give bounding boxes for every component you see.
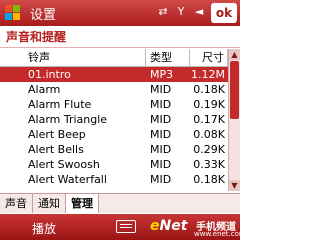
- connectivity-icon[interactable]: ⇄: [156, 4, 170, 20]
- table-row[interactable]: Alert Waterfall MID 0.18K: [0, 172, 228, 187]
- ringtone-name: Alert Waterfall: [28, 173, 107, 186]
- ringtone-type: MID: [150, 143, 172, 156]
- ringtone-size: 0.18K: [193, 83, 225, 96]
- scroll-down-arrow-icon[interactable]: ▼: [229, 180, 240, 191]
- table-body: 01.intro MP3 1.12M Alarm MID 0.18K Alarm Flute…: [0, 67, 228, 187]
- table-row[interactable]: 01.intro MP3 1.12M: [0, 67, 228, 82]
- ringtone-size: 0.17K: [193, 113, 225, 126]
- watermark-url: www.enet.com.cn: [194, 230, 257, 238]
- ringtone-name: Alarm Triangle: [28, 113, 108, 126]
- table-row[interactable]: Alert Bells MID 0.29K: [0, 142, 228, 157]
- scroll-thumb[interactable]: [230, 61, 239, 119]
- window-title: 设置: [30, 7, 57, 23]
- ringtone-size: 1.12M: [191, 68, 225, 81]
- table-row[interactable]: Alarm MID 0.18K: [0, 82, 228, 97]
- table-row[interactable]: Alert Beep MID 0.08K: [0, 127, 228, 142]
- ringtone-size: 0.08K: [193, 128, 225, 141]
- table-row[interactable]: Alarm Flute MID 0.19K: [0, 97, 228, 112]
- vertical-scrollbar[interactable]: ▲ ▼: [228, 49, 240, 191]
- ringtone-size: 0.19K: [193, 98, 225, 111]
- ringtone-type: MID: [150, 83, 172, 96]
- enet-logo: eNet: [150, 218, 188, 234]
- ringtone-name: Alarm: [28, 83, 61, 96]
- menu-bar: 播放 eNet 手机频道 www.enet.com.cn: [0, 214, 256, 240]
- ringtone-table: 铃声 类型 尺寸 01.intro MP3 1.12M Alarm MID 0.18K Al…: [0, 49, 228, 191]
- ringtone-type: MID: [150, 128, 172, 141]
- keyboard-icon[interactable]: [116, 220, 136, 233]
- tab-notifications[interactable]: 通知: [33, 194, 66, 213]
- ringtone-name: Alert Swoosh: [28, 158, 100, 171]
- play-softkey[interactable]: 播放: [32, 220, 56, 237]
- ringtone-type: MP3: [150, 68, 174, 81]
- table-row[interactable]: Alarm Triangle MID 0.17K: [0, 112, 228, 127]
- tab-manage[interactable]: 管理: [66, 194, 99, 213]
- ringtone-name: Alert Bells: [28, 143, 84, 156]
- tab-sounds[interactable]: 声音: [0, 194, 33, 213]
- ringtone-name: Alert Beep: [28, 128, 86, 141]
- ringtone-type: MID: [150, 173, 172, 186]
- ringtone-type: MID: [150, 158, 172, 171]
- ok-button[interactable]: ok: [211, 3, 237, 23]
- ringtone-name: Alarm Flute: [28, 98, 92, 111]
- column-header-size[interactable]: 尺寸: [190, 49, 228, 66]
- speaker-icon[interactable]: ◄: [192, 4, 206, 20]
- ringtone-type: MID: [150, 98, 172, 111]
- ringtone-name: 01.intro: [28, 68, 71, 81]
- tab-strip: 声音 通知 管理: [0, 193, 240, 213]
- title-bar: 设置 ⇄ Y ◄ ok: [0, 0, 240, 26]
- scroll-up-arrow-icon[interactable]: ▲: [229, 49, 240, 60]
- ringtone-size: 0.18K: [193, 173, 225, 186]
- table-header: 铃声 类型 尺寸: [0, 49, 228, 67]
- status-icons: ⇄ Y ◄: [156, 4, 206, 20]
- column-header-name[interactable]: 铃声: [0, 49, 146, 66]
- start-menu-icon[interactable]: [4, 4, 22, 22]
- ringtone-size: 0.29K: [193, 143, 225, 156]
- ringtone-type: MID: [150, 113, 172, 126]
- ringtone-size: 0.33K: [193, 158, 225, 171]
- table-row[interactable]: Alert Swoosh MID 0.33K: [0, 157, 228, 172]
- section-title: 声音和提醒: [0, 26, 240, 48]
- column-header-type[interactable]: 类型: [146, 49, 190, 66]
- signal-icon[interactable]: Y: [174, 4, 188, 20]
